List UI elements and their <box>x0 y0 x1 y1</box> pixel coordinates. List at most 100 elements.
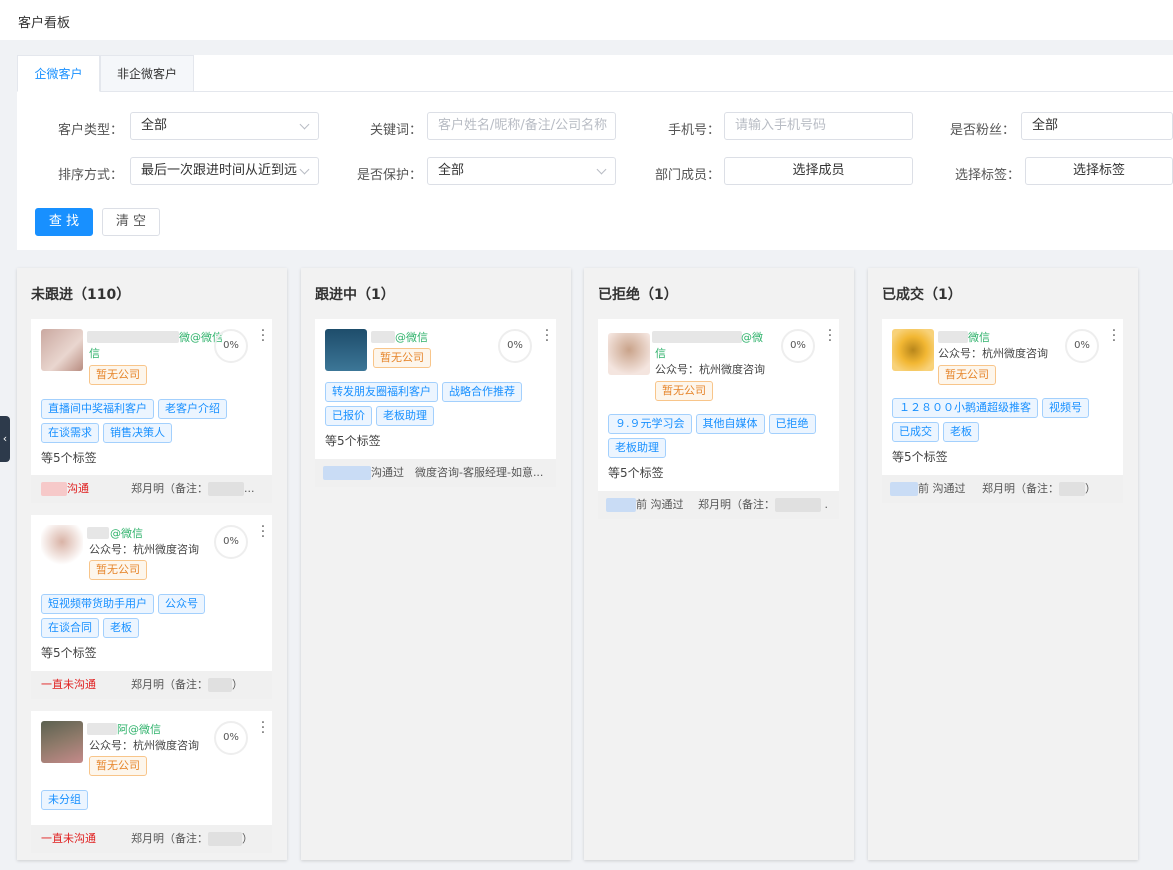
company-badge: 暂无公司 <box>89 756 147 776</box>
more-options-icon[interactable]: · · · <box>260 716 266 740</box>
phone-input[interactable]: 请输入手机号码 <box>724 112 913 140</box>
customer-name-tail: 信 <box>655 347 666 360</box>
tag: 在谈需求 <box>41 423 99 443</box>
owner-note: 微度咨询-客服经理-如意... <box>415 466 544 479</box>
select-tags-button[interactable]: 选择标签 <box>1025 157 1173 185</box>
keyword-input[interactable]: 客户姓名/昵称/备注/公司名称 <box>427 112 616 140</box>
customer-card[interactable]: 微@微信 信 暂无公司 0% · · · 直播间中奖福利客户 老客户介绍在谈需求 销售决… <box>31 319 272 503</box>
company-badge: 暂无公司 <box>89 560 147 580</box>
select-members-button[interactable]: 选择成员 <box>724 157 913 185</box>
more-options-icon[interactable]: · · · <box>260 520 266 544</box>
blurred-name <box>652 331 742 343</box>
follow-status: 前 沟通过 <box>890 475 966 503</box>
customer-source: 公众号：杭州微度咨询 <box>89 739 199 752</box>
customer-card[interactable]: 阿@微信 公众号：杭州微度咨询 暂无公司 0% · · · 未分组 一直未沟通 郑月… <box>31 711 272 853</box>
protected-label: 是否保护： <box>356 168 422 183</box>
sidebar-collapse-handle[interactable]: ‹ <box>0 416 10 462</box>
customer-card[interactable]: @微信 公众号：杭州微度咨询 暂无公司 0% · · · 短视频带货助手用户 公众号在… <box>31 515 272 699</box>
more-options-icon[interactable]: · · · <box>544 324 550 348</box>
card-footer: 前 沟通过 郑月明（备注：） <box>882 475 1123 503</box>
tag: 短视频带货助手用户 <box>41 594 154 614</box>
customer-name: @微信 <box>395 331 428 344</box>
avatar <box>41 721 83 763</box>
more-options-icon[interactable]: · · · <box>1111 324 1117 348</box>
customer-type-select[interactable]: 全部 <box>130 112 319 140</box>
card-footer: 沟通过 微度咨询-客服经理-如意... <box>315 459 556 487</box>
customer-name: @微 <box>741 331 763 344</box>
members-label: 部门成员： <box>654 168 720 183</box>
keyword-label: 关键词： <box>369 123 422 138</box>
customer-source: 公众号：杭州微度咨询 <box>89 543 199 556</box>
tag: 老板助理 <box>376 406 434 426</box>
column-title: 未跟进（110） <box>31 287 131 303</box>
tag-list: １２８００小鹅通超级推客 视频号已成交 老板 <box>892 398 1117 446</box>
customer-source: 公众号：杭州微度咨询 <box>655 363 765 376</box>
follow-status: 一直未沟通 <box>41 678 96 691</box>
phone-label: 手机号： <box>667 123 720 138</box>
protected-select[interactable]: 全部 <box>427 157 616 185</box>
tag: 视频号 <box>1042 398 1089 418</box>
customer-name: 微信 <box>968 331 990 344</box>
more-options-icon[interactable]: · · · <box>827 324 833 348</box>
tag-list: 直播间中奖福利客户 老客户介绍在谈需求 销售决策人 <box>41 399 266 447</box>
customer-name-tail: 信 <box>89 347 100 360</box>
top-bar: 客户看板 <box>0 0 1173 40</box>
column-title: 跟进中（1） <box>315 287 395 303</box>
company-badge: 暂无公司 <box>938 365 996 385</box>
tag: 已拒绝 <box>768 414 816 434</box>
chevron-down-icon <box>299 164 310 175</box>
customer-card[interactable]: @微信 暂无公司 0% · · · 转发朋友圈福利客户 战略合作推荐已报价 老板助理 等… <box>315 319 556 487</box>
owner-note: 郑月明（备注：） <box>982 482 1096 496</box>
follow-status-text: 沟通过 <box>371 466 404 479</box>
avatar <box>41 329 83 371</box>
tab-wecom-customers[interactable]: 企微客户 <box>17 55 100 92</box>
blurred-name <box>87 331 179 343</box>
kanban-column-not-followed: 未跟进（110） 微@微信 信 暂无公司 0% · · · 直播间中奖福利客户 老客户… <box>17 268 287 860</box>
customer-type-value: 全部 <box>141 118 168 133</box>
tags-label: 选择标签： <box>954 168 1020 183</box>
owner-note-text: 郑月明（备注： <box>131 482 208 495</box>
avatar <box>892 329 934 371</box>
keyword-placeholder: 客户姓名/昵称/备注/公司名称 <box>438 118 608 133</box>
company-badge: 暂无公司 <box>373 348 431 368</box>
customer-name: 阿@微信 <box>117 723 161 736</box>
is-fan-select[interactable]: 全部 <box>1021 112 1173 140</box>
search-button[interactable]: 查 找 <box>35 208 93 236</box>
tag: １２８００小鹅通超级推客 <box>892 398 1038 418</box>
page-title: 客户看板 <box>18 16 71 31</box>
more-tags-count: 等5个标签 <box>41 451 97 465</box>
tab-non-wecom-customers[interactable]: 非企微客户 <box>100 55 194 92</box>
tag: 转发朋友圈福利客户 <box>325 382 438 402</box>
blurred-name <box>87 723 117 735</box>
kanban-column-following: 跟进中（1） @微信 暂无公司 0% · · · 转发朋友圈福利客户 战略合作推荐已报… <box>301 268 571 860</box>
kanban-column-closed-won: 已成交（1） 微信 公众号：杭州微度咨询 暂无公司 0% · · · １２８００小鹅… <box>868 268 1138 860</box>
column-title: 已拒绝（1） <box>598 287 678 303</box>
progress-circle: 0% <box>214 329 248 363</box>
owner-note: 郑月明（备注： . <box>698 498 828 512</box>
tag: 公众号 <box>158 594 205 614</box>
members-value: 选择成员 <box>792 163 845 178</box>
sort-value: 最后一次跟进时间从近到远 <box>141 163 298 178</box>
customer-card[interactable]: @微 信 公众号：杭州微度咨询 暂无公司 0% · · · ９.９元学习会 其他自媒体… <box>598 319 839 519</box>
tag-list: 转发朋友圈福利客户 战略合作推荐已报价 老板助理 <box>325 382 550 430</box>
clear-button[interactable]: 清 空 <box>102 208 160 236</box>
follow-status: 沟通过 <box>323 459 404 487</box>
owner-note-text: 郑月明（备注： <box>698 498 775 511</box>
is-fan-value: 全部 <box>1032 118 1059 133</box>
sort-select[interactable]: 最后一次跟进时间从近到远 <box>130 157 319 185</box>
sort-label: 排序方式： <box>57 168 123 183</box>
follow-status: 一直未沟通 <box>41 832 96 845</box>
owner-note-text: 郑月明（备注： <box>131 678 208 691</box>
owner-note: 郑月明（备注：） <box>131 832 253 846</box>
follow-status: 沟通 <box>41 475 89 503</box>
tag: 老客户介绍 <box>158 399 227 419</box>
more-tags-count: 等5个标签 <box>325 434 381 448</box>
follow-status-text: 前 沟通过 <box>636 498 684 511</box>
protected-value: 全部 <box>438 163 465 178</box>
customer-card[interactable]: 微信 公众号：杭州微度咨询 暂无公司 0% · · · １２８００小鹅通超级推客 视频… <box>882 319 1123 503</box>
more-options-icon[interactable]: · · · <box>260 324 266 348</box>
tag: 已成交 <box>892 422 939 442</box>
blurred-name <box>87 527 109 539</box>
more-tags-count: 等5个标签 <box>608 466 664 480</box>
progress-circle: 0% <box>214 525 248 559</box>
